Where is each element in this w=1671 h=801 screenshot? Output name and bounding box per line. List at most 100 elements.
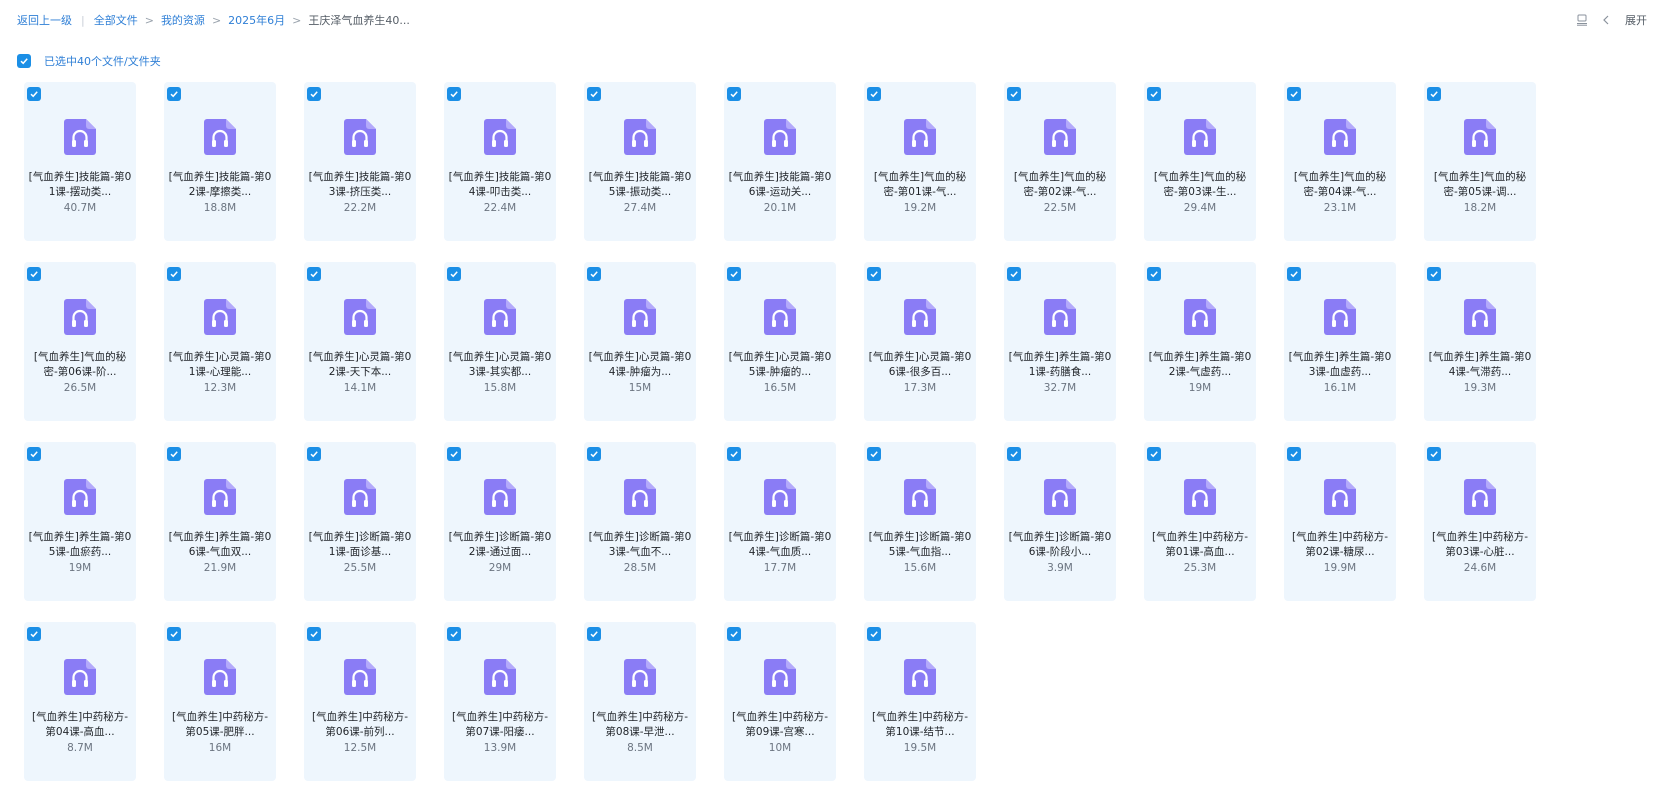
- file-card[interactable]: [气血养生]中药秘方-第03课-心脏... 24.6M: [1424, 442, 1536, 601]
- file-size: 16.1M: [1323, 382, 1357, 394]
- file-checkbox[interactable]: [1427, 447, 1441, 461]
- file-card[interactable]: [气血养生]中药秘方-第07课-阳痿... 13.9M: [444, 622, 556, 781]
- file-card[interactable]: [气血养生]中药秘方-第08课-早泄... 8.5M: [584, 622, 696, 781]
- file-checkbox[interactable]: [867, 627, 881, 641]
- file-checkbox[interactable]: [1427, 87, 1441, 101]
- breadcrumb-my-resources[interactable]: 我的资源: [161, 13, 205, 29]
- file-checkbox[interactable]: [727, 627, 741, 641]
- file-checkbox[interactable]: [1287, 87, 1301, 101]
- file-card[interactable]: [气血养生]气血的秘密-第04课-气... 23.1M: [1284, 82, 1396, 241]
- file-checkbox[interactable]: [167, 447, 181, 461]
- file-checkbox[interactable]: [587, 447, 601, 461]
- view-toggle-icon[interactable]: [1575, 13, 1589, 27]
- file-card[interactable]: [气血养生]诊断篇-第05课-气血指... 15.6M: [864, 442, 976, 601]
- breadcrumb-all-files[interactable]: 全部文件: [94, 13, 138, 29]
- file-checkbox[interactable]: [307, 627, 321, 641]
- file-checkbox[interactable]: [727, 87, 741, 101]
- file-checkbox[interactable]: [1007, 267, 1021, 281]
- file-checkbox[interactable]: [167, 267, 181, 281]
- file-card[interactable]: [气血养生]技能篇-第06课-运动关... 20.1M: [724, 82, 836, 241]
- file-checkbox[interactable]: [727, 267, 741, 281]
- file-checkbox[interactable]: [167, 627, 181, 641]
- file-checkbox[interactable]: [1007, 87, 1021, 101]
- file-checkbox[interactable]: [587, 267, 601, 281]
- headphones-audio-icon: [764, 119, 796, 155]
- file-checkbox[interactable]: [1147, 447, 1161, 461]
- file-card[interactable]: [气血养生]诊断篇-第01课-面诊基... 25.5M: [304, 442, 416, 601]
- file-card[interactable]: [气血养生]诊断篇-第03课-气血不... 28.5M: [584, 442, 696, 601]
- top-bar: 返回上一级 | 全部文件 > 我的资源 > 2025年6月 > 王庆泽气血养生4…: [0, 0, 1671, 40]
- file-checkbox[interactable]: [27, 627, 41, 641]
- file-card[interactable]: [气血养生]诊断篇-第04课-气血质... 17.7M: [724, 442, 836, 601]
- file-checkbox[interactable]: [1147, 87, 1161, 101]
- file-card[interactable]: [气血养生]技能篇-第05课-振动类... 27.4M: [584, 82, 696, 241]
- file-card[interactable]: [气血养生]诊断篇-第06课-阶段小... 3.9M: [1004, 442, 1116, 601]
- file-card[interactable]: [气血养生]中药秘方-第01课-高血... 25.3M: [1144, 442, 1256, 601]
- file-card[interactable]: [气血养生]心灵篇-第03课-其实都... 15.8M: [444, 262, 556, 421]
- headphones-audio-icon: [484, 659, 516, 695]
- back-link[interactable]: 返回上一级: [17, 13, 72, 29]
- file-checkbox[interactable]: [1147, 267, 1161, 281]
- file-size: 24.6M: [1463, 562, 1497, 574]
- file-checkbox[interactable]: [27, 87, 41, 101]
- file-card[interactable]: [气血养生]技能篇-第03课-挤压类... 22.2M: [304, 82, 416, 241]
- file-checkbox[interactable]: [447, 447, 461, 461]
- file-name: [气血养生]技能篇-第06课-运动关...: [728, 171, 832, 198]
- file-card[interactable]: [气血养生]养生篇-第01课-药膳食... 32.7M: [1004, 262, 1116, 421]
- file-card[interactable]: [气血养生]心灵篇-第05课-肿瘤的... 16.5M: [724, 262, 836, 421]
- select-all-checkbox[interactable]: [17, 54, 31, 68]
- file-checkbox[interactable]: [867, 87, 881, 101]
- file-checkbox[interactable]: [167, 87, 181, 101]
- file-card[interactable]: [气血养生]气血的秘密-第02课-气... 22.5M: [1004, 82, 1116, 241]
- file-card[interactable]: [气血养生]养生篇-第02课-气虚药... 19M: [1144, 262, 1256, 421]
- file-checkbox[interactable]: [587, 87, 601, 101]
- breadcrumb-month-folder[interactable]: 2025年6月: [228, 13, 285, 29]
- headphones-audio-icon: [204, 659, 236, 695]
- file-checkbox[interactable]: [447, 87, 461, 101]
- file-card[interactable]: [气血养生]中药秘方-第06课-前列... 12.5M: [304, 622, 416, 781]
- file-size: 18.2M: [1463, 202, 1497, 214]
- file-checkbox[interactable]: [727, 447, 741, 461]
- file-card[interactable]: [气血养生]中药秘方-第10课-结节... 19.5M: [864, 622, 976, 781]
- breadcrumb-divider: |: [81, 14, 85, 27]
- file-checkbox[interactable]: [1427, 267, 1441, 281]
- file-checkbox[interactable]: [447, 267, 461, 281]
- file-checkbox[interactable]: [867, 267, 881, 281]
- file-checkbox[interactable]: [307, 87, 321, 101]
- file-card[interactable]: [气血养生]气血的秘密-第06课-阶... 26.5M: [24, 262, 136, 421]
- file-card[interactable]: [气血养生]心灵篇-第02课-天下本... 14.1M: [304, 262, 416, 421]
- file-checkbox[interactable]: [1007, 447, 1021, 461]
- file-checkbox[interactable]: [307, 267, 321, 281]
- file-checkbox[interactable]: [447, 627, 461, 641]
- file-checkbox[interactable]: [27, 267, 41, 281]
- headphones-audio-icon: [1184, 479, 1216, 515]
- file-card[interactable]: [气血养生]养生篇-第03课-血虚药... 16.1M: [1284, 262, 1396, 421]
- file-card[interactable]: [气血养生]诊断篇-第02课-通过面... 29M: [444, 442, 556, 601]
- file-checkbox[interactable]: [587, 627, 601, 641]
- file-card[interactable]: [气血养生]技能篇-第01课-摆动类... 40.7M: [24, 82, 136, 241]
- file-card[interactable]: [气血养生]气血的秘密-第05课-调... 18.2M: [1424, 82, 1536, 241]
- file-card[interactable]: [气血养生]心灵篇-第04课-肿瘤为... 15M: [584, 262, 696, 421]
- file-card[interactable]: [气血养生]技能篇-第02课-摩擦类... 18.8M: [164, 82, 276, 241]
- file-card[interactable]: [气血养生]养生篇-第05课-血瘀药... 19M: [24, 442, 136, 601]
- expand-button[interactable]: 展开: [1599, 12, 1647, 28]
- file-card[interactable]: [气血养生]中药秘方-第05课-肥胖... 16M: [164, 622, 276, 781]
- file-card[interactable]: [气血养生]气血的秘密-第03课-生... 29.4M: [1144, 82, 1256, 241]
- file-card[interactable]: [气血养生]养生篇-第04课-气滞药... 19.3M: [1424, 262, 1536, 421]
- file-card[interactable]: [气血养生]中药秘方-第04课-高血... 8.7M: [24, 622, 136, 781]
- file-card[interactable]: [气血养生]中药秘方-第09课-宫寒... 10M: [724, 622, 836, 781]
- file-checkbox[interactable]: [307, 447, 321, 461]
- file-card[interactable]: [气血养生]气血的秘密-第01课-气... 19.2M: [864, 82, 976, 241]
- file-card[interactable]: [气血养生]心灵篇-第01课-心理能... 12.3M: [164, 262, 276, 421]
- file-checkbox[interactable]: [1287, 447, 1301, 461]
- file-checkbox[interactable]: [27, 447, 41, 461]
- file-name: [气血养生]诊断篇-第01课-面诊基...: [308, 531, 412, 558]
- file-size: 29M: [488, 562, 512, 574]
- file-card[interactable]: [气血养生]中药秘方-第02课-糖尿... 19.9M: [1284, 442, 1396, 601]
- file-card[interactable]: [气血养生]技能篇-第04课-叩击类... 22.4M: [444, 82, 556, 241]
- file-checkbox[interactable]: [867, 447, 881, 461]
- file-card[interactable]: [气血养生]心灵篇-第06课-很多百... 17.3M: [864, 262, 976, 421]
- file-card[interactable]: [气血养生]养生篇-第06课-气血双... 21.9M: [164, 442, 276, 601]
- file-checkbox[interactable]: [1287, 267, 1301, 281]
- headphones-audio-icon: [204, 479, 236, 515]
